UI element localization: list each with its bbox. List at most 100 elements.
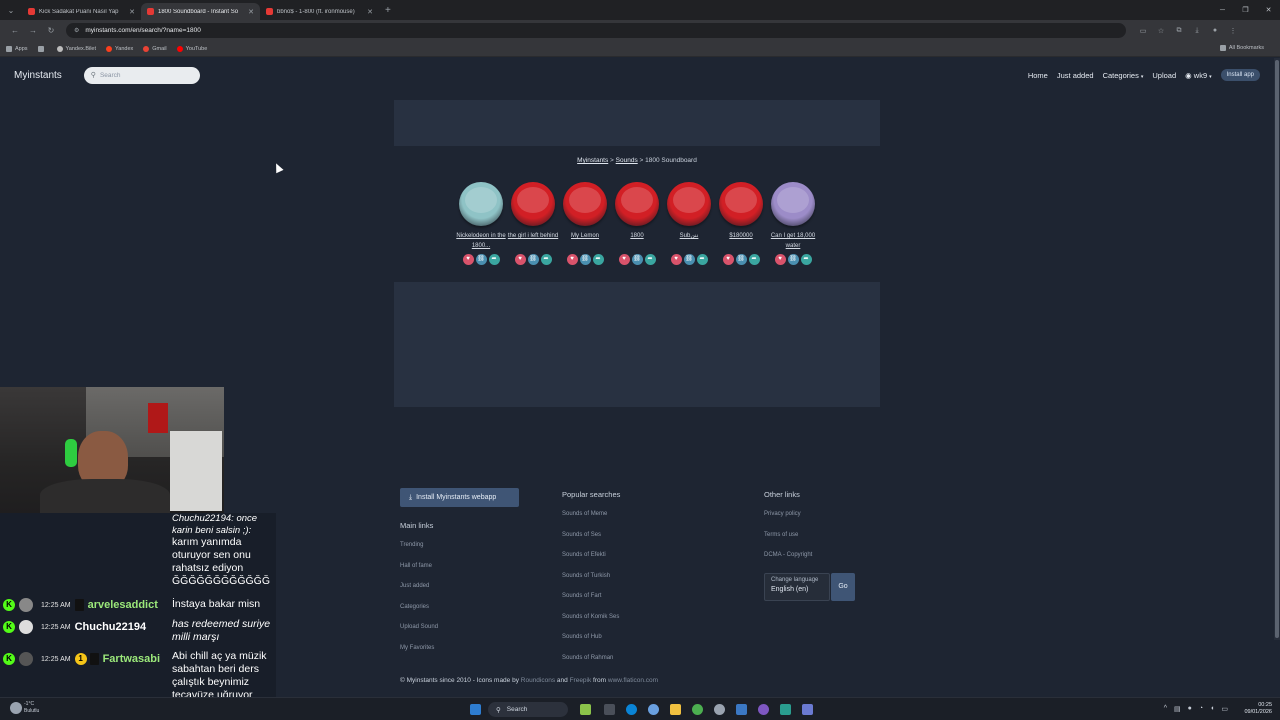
nav-upload[interactable]: Upload xyxy=(1152,71,1176,80)
bookmark-star-icon[interactable]: ☆ xyxy=(1152,27,1170,35)
tab-search-icon[interactable]: ⌄ xyxy=(0,6,22,15)
footer-link-just-added[interactable]: Just added xyxy=(400,583,438,604)
new-tab-button[interactable]: + xyxy=(385,5,391,16)
favorite-heart-icon[interactable]: ♥ xyxy=(462,254,474,265)
copy-link-icon[interactable]: ⛓ xyxy=(475,254,487,265)
footer-popular-link[interactable]: Sounds of Efekti xyxy=(562,552,620,573)
language-select[interactable]: Change language English (en) xyxy=(764,573,830,601)
share-icon[interactable]: ➦ xyxy=(488,254,500,265)
sound-title-link[interactable]: My Lemon xyxy=(559,231,611,251)
site-logo[interactable]: Myinstants xyxy=(14,70,62,81)
footer-popular-link[interactable]: Sounds of Turkish xyxy=(562,573,620,594)
wifi-icon[interactable]: ◔ xyxy=(1199,705,1203,713)
copy-link-icon[interactable]: ⛓ xyxy=(579,254,591,265)
sound-title-link[interactable]: $180000 xyxy=(715,231,767,251)
forward-icon[interactable]: → xyxy=(24,26,42,35)
profile-icon[interactable]: ● xyxy=(1206,27,1224,35)
sound-title-link[interactable]: Can I get 18,000 water xyxy=(767,231,819,251)
close-window-button[interactable]: ✕ xyxy=(1257,6,1280,14)
play-sound-button[interactable] xyxy=(615,182,659,226)
favorite-heart-icon[interactable]: ♥ xyxy=(722,254,734,265)
menu-icon[interactable]: ⋮ xyxy=(1224,27,1242,35)
close-icon[interactable]: ✕ xyxy=(367,8,373,16)
footer-link-terms[interactable]: Terms of use xyxy=(764,532,812,553)
bookmark-yandex[interactable]: Yandex xyxy=(106,45,133,52)
bookmark-youtube[interactable]: YouTube xyxy=(176,45,207,52)
install-app-button[interactable]: Install app xyxy=(1220,69,1260,81)
share-icon[interactable]: ➦ xyxy=(800,254,812,265)
copy-link-icon[interactable]: ⛓ xyxy=(787,254,799,265)
play-sound-button[interactable] xyxy=(771,182,815,226)
share-icon[interactable]: ➦ xyxy=(540,254,552,265)
footer-link-upload-sound[interactable]: Upload Sound xyxy=(400,624,438,645)
weather-widget[interactable]: -1°C Bulutlu xyxy=(24,701,39,715)
taskbar-search[interactable]: ⚲ Search xyxy=(488,702,568,717)
play-sound-button[interactable] xyxy=(563,182,607,226)
play-sound-button[interactable] xyxy=(511,182,555,226)
footer-link-hall-of-fame[interactable]: Hall of fame xyxy=(400,563,438,584)
copy-link-icon[interactable]: ⛓ xyxy=(735,254,747,265)
all-bookmarks[interactable]: All Bookmarks xyxy=(1219,45,1264,51)
tab-kick[interactable]: Kick Sadakat Puanı Nasıl Yap ✕ xyxy=(22,3,141,20)
footer-link-my-favorites[interactable]: My Favorites xyxy=(400,645,438,666)
copilot-icon[interactable] xyxy=(648,704,659,715)
file-explorer-icon[interactable] xyxy=(670,704,681,715)
favorite-heart-icon[interactable]: ♥ xyxy=(514,254,526,265)
footer-popular-link[interactable]: Sounds of Hub xyxy=(562,634,620,655)
close-icon[interactable]: ✕ xyxy=(248,8,254,16)
app-icon[interactable] xyxy=(736,704,747,715)
cast-icon[interactable]: ▭ xyxy=(1134,27,1152,35)
close-icon[interactable]: ✕ xyxy=(129,8,135,16)
favorite-heart-icon[interactable]: ♥ xyxy=(670,254,682,265)
volume-icon[interactable]: ◖ xyxy=(1210,705,1214,713)
play-sound-button[interactable] xyxy=(667,182,711,226)
discord-icon[interactable] xyxy=(758,704,769,715)
footer-popular-link[interactable]: Sounds of Fart xyxy=(562,593,620,614)
page-scrollbar[interactable] xyxy=(1274,58,1280,640)
search-input[interactable]: ⚲ Search xyxy=(83,66,200,84)
footer-link-categories[interactable]: Categories xyxy=(400,604,438,625)
restore-button[interactable]: ❐ xyxy=(1234,6,1257,14)
app-icon[interactable] xyxy=(802,704,813,715)
sound-title-link[interactable]: Subننن xyxy=(663,231,715,251)
battery-icon[interactable]: ▭ xyxy=(1221,705,1228,713)
favorite-heart-icon[interactable]: ♥ xyxy=(618,254,630,265)
footer-link-trending[interactable]: Trending xyxy=(400,542,438,563)
nav-categories[interactable]: Categories ▾ xyxy=(1103,71,1144,80)
play-sound-button[interactable] xyxy=(459,182,503,226)
bookmark-grid[interactable] xyxy=(37,45,47,52)
copy-link-icon[interactable]: ⛓ xyxy=(683,254,695,265)
back-icon[interactable]: ← xyxy=(6,26,24,35)
roundicons-link[interactable]: Roundicons xyxy=(521,677,555,684)
share-icon[interactable]: ➦ xyxy=(748,254,760,265)
footer-link-dmca[interactable]: DCMA - Copyright xyxy=(764,552,812,573)
clock[interactable]: 00:25 09/01/2026 xyxy=(1244,702,1272,716)
bookmark-gmail[interactable]: Gmail xyxy=(143,45,167,52)
footer-popular-link[interactable]: Sounds of Komik Ses xyxy=(562,614,620,635)
url-field[interactable]: ⚙ myinstants.com/en/search/?name=1800 xyxy=(66,23,1126,38)
bookmark-apps[interactable]: Apps xyxy=(6,45,28,52)
windows-start-icon[interactable] xyxy=(470,704,481,715)
task-view-icon[interactable] xyxy=(604,704,615,715)
copy-link-icon[interactable]: ⛓ xyxy=(631,254,643,265)
footer-popular-link[interactable]: Sounds of Meme xyxy=(562,511,620,532)
sound-title-link[interactable]: the girl i left behind xyxy=(507,231,559,251)
tab-soundboard[interactable]: 1800 Soundboard - Instant So ✕ xyxy=(141,3,260,20)
install-webapp-button[interactable]: ⤓ Install Myinstants webapp xyxy=(400,488,519,507)
tray-chevron-icon[interactable]: ^ xyxy=(1164,705,1167,713)
favorite-heart-icon[interactable]: ♥ xyxy=(566,254,578,265)
bookmark-yandex-bilet[interactable]: Yandex.Bilet xyxy=(56,45,96,52)
share-icon[interactable]: ➦ xyxy=(696,254,708,265)
extensions-icon[interactable]: ⧉ xyxy=(1170,27,1188,35)
minimize-button[interactable]: ─ xyxy=(1211,7,1234,14)
freepik-link[interactable]: Freepik xyxy=(570,677,592,684)
footer-popular-link[interactable]: Sounds of Ses xyxy=(562,532,620,553)
download-icon[interactable]: ⤓ xyxy=(1188,27,1206,35)
network-icon[interactable]: ▤ xyxy=(1174,705,1181,713)
site-info-icon[interactable]: ⚙ xyxy=(74,27,79,34)
widgets-icon[interactable] xyxy=(580,704,591,715)
footer-link-privacy[interactable]: Privacy policy xyxy=(764,511,812,532)
chrome-icon[interactable] xyxy=(692,704,703,715)
breadcrumb-sounds[interactable]: Sounds xyxy=(616,157,638,164)
scrollbar-thumb[interactable] xyxy=(1275,60,1279,638)
